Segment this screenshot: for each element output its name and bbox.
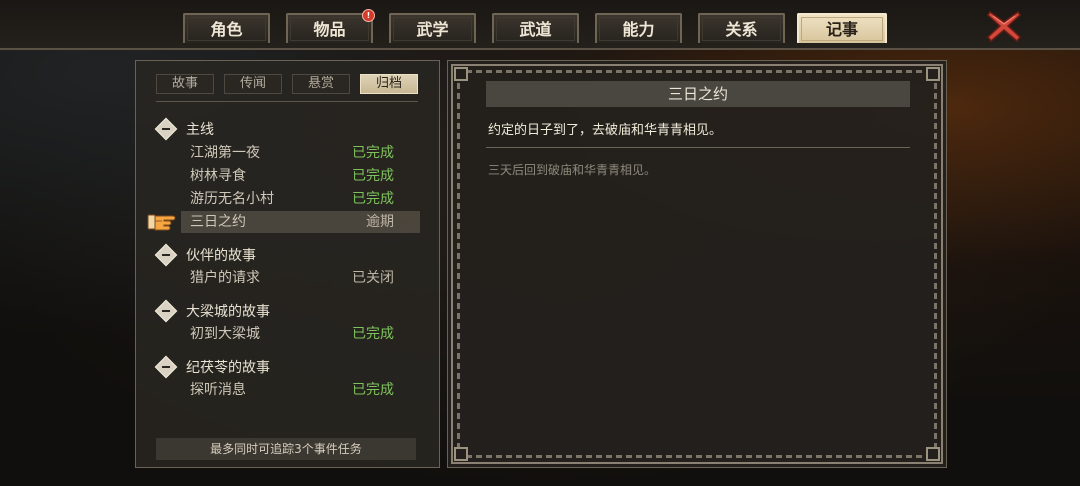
- border-pattern-left: [457, 79, 460, 449]
- tab-character[interactable]: 角色: [183, 13, 270, 43]
- quest-detail-panel: 三日之约 约定的日子到了，去破庙和华青青相见。 三天后回到破庙和华青青相见。: [447, 60, 947, 468]
- quest-name: 树林寻食: [190, 168, 246, 184]
- quest-status: 逾期: [366, 214, 394, 230]
- quest-name: 江湖第一夜: [190, 145, 260, 161]
- frame-corner: [926, 447, 940, 461]
- tab-label: 武学: [416, 20, 449, 39]
- hand-pointer-icon: [147, 214, 176, 231]
- subtab-rumors[interactable]: 传闻: [224, 74, 282, 94]
- subtab-label: 悬赏: [307, 76, 334, 91]
- collapse-diamond-icon[interactable]: [154, 355, 178, 379]
- tab-relations[interactable]: 关系: [698, 13, 785, 43]
- quest-objective: 三天后回到破庙和华青青相见。: [488, 163, 657, 177]
- detail-divider: [486, 147, 910, 148]
- quest-status: 已完成: [352, 145, 394, 161]
- quest-title: 三日之约: [486, 81, 910, 107]
- tab-journal[interactable]: 记事: [797, 13, 887, 43]
- quest-status: 已完成: [352, 168, 394, 184]
- quest-list-panel: 故事 传闻 悬赏 归档 主线 江湖第一夜 已完成 树林寻食 已完成 游历无名小村…: [135, 60, 440, 468]
- quest-name: 初到大梁城: [190, 326, 260, 342]
- quest-item[interactable]: 初到大梁城 已完成: [181, 323, 420, 345]
- tracking-limit-note: 最多同时可追踪3个事件任务: [156, 438, 416, 460]
- quest-name: 游历无名小村: [190, 191, 274, 207]
- tab-martial-way[interactable]: 武道: [492, 13, 579, 43]
- quest-item[interactable]: 江湖第一夜 已完成: [181, 142, 420, 164]
- frame-corner: [926, 67, 940, 81]
- collapse-diamond-icon[interactable]: [154, 117, 178, 141]
- border-pattern-top: [466, 70, 928, 73]
- border-pattern-bottom: [466, 455, 928, 458]
- notification-badge: !: [362, 9, 375, 22]
- border-pattern-right: [934, 79, 937, 449]
- subtab-stories[interactable]: 故事: [156, 74, 214, 94]
- quest-item[interactable]: 树林寻食 已完成: [181, 165, 420, 187]
- tab-martial-arts[interactable]: 武学: [389, 13, 476, 43]
- quest-name: 三日之约: [190, 214, 246, 230]
- quest-status: 已完成: [352, 382, 394, 398]
- top-tab-bar: 角色 物品! 武学 武道 能力 关系 记事: [0, 0, 1080, 50]
- collapse-diamond-icon[interactable]: [154, 243, 178, 267]
- tab-items[interactable]: 物品!: [286, 9, 375, 43]
- quest-description: 约定的日子到了，去破庙和华青青相见。: [488, 123, 723, 138]
- quest-name: 探听消息: [190, 382, 246, 398]
- group-title: 伙伴的故事: [186, 248, 256, 264]
- quest-status: 已关闭: [352, 270, 394, 286]
- group-title: 纪茯苓的故事: [186, 360, 270, 376]
- tab-label: 物品: [313, 20, 346, 39]
- subtab-label: 故事: [171, 76, 198, 91]
- group-title: 主线: [186, 122, 214, 138]
- frame-corner: [454, 447, 468, 461]
- quest-item[interactable]: 探听消息 已完成: [181, 379, 420, 401]
- collapse-diamond-icon[interactable]: [154, 299, 178, 323]
- subtab-label: 传闻: [239, 76, 266, 91]
- quest-item-selected[interactable]: 三日之约 逾期: [181, 211, 420, 233]
- quest-name: 猎户的请求: [190, 270, 260, 286]
- tab-label: 角色: [210, 20, 243, 39]
- quest-item[interactable]: 游历无名小村 已完成: [181, 188, 420, 210]
- subtab-divider: [156, 101, 418, 102]
- tab-label: 武道: [519, 20, 552, 39]
- tab-label: 能力: [622, 20, 655, 39]
- close-x-icon[interactable]: [986, 9, 1022, 43]
- frame-corner: [454, 67, 468, 81]
- quest-status: 已完成: [352, 326, 394, 342]
- tab-label: 记事: [825, 20, 858, 39]
- subtab-archive[interactable]: 归档: [360, 74, 418, 94]
- tab-abilities[interactable]: 能力: [595, 13, 682, 43]
- subtab-label: 归档: [375, 76, 402, 91]
- tab-label: 关系: [725, 20, 758, 39]
- subtab-bounties[interactable]: 悬赏: [292, 74, 350, 94]
- group-title: 大梁城的故事: [186, 304, 270, 320]
- quest-item[interactable]: 猎户的请求 已关闭: [181, 267, 420, 289]
- quest-status: 已完成: [352, 191, 394, 207]
